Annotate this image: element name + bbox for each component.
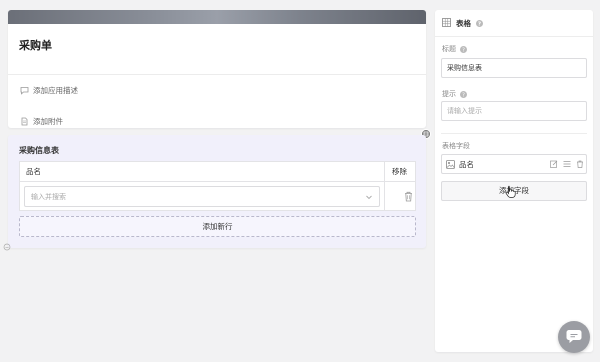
question-circle-icon[interactable]: ? bbox=[476, 20, 483, 28]
table-icon bbox=[442, 18, 451, 29]
field-type-label: 表格 bbox=[456, 19, 471, 28]
svg-text:?: ? bbox=[462, 47, 465, 52]
image-field-icon bbox=[446, 160, 455, 169]
form-banner bbox=[8, 10, 426, 24]
title-label-row: 标题 ? bbox=[442, 44, 467, 54]
hint-input[interactable]: 请输入提示 bbox=[441, 101, 587, 121]
column-header-remove: 移除 bbox=[392, 167, 407, 176]
add-new-row-button[interactable]: 添加新行 bbox=[19, 216, 416, 237]
name-select-input[interactable]: 输入并搜索 bbox=[24, 186, 380, 207]
table-grid: 品名 移除 输入并搜索 bbox=[19, 161, 416, 211]
column-divider bbox=[384, 162, 385, 210]
speech-bubble-icon bbox=[20, 86, 29, 95]
document-icon bbox=[20, 117, 29, 126]
field-item-label: 品名 bbox=[459, 160, 474, 169]
question-circle-icon[interactable]: ? bbox=[460, 90, 467, 98]
column-header-name: 品名 bbox=[26, 167, 41, 176]
svg-text:?: ? bbox=[478, 22, 481, 27]
edit-icon[interactable] bbox=[550, 160, 558, 168]
panel-header: 表格 ? bbox=[442, 18, 483, 29]
chat-support-button[interactable] bbox=[558, 321, 590, 353]
chat-bubble-icon bbox=[565, 328, 583, 346]
svg-text:?: ? bbox=[462, 92, 465, 97]
trash-icon[interactable] bbox=[576, 160, 584, 168]
form-title[interactable]: 采购单 bbox=[19, 37, 52, 53]
hint-label-row: 提示 ? bbox=[442, 89, 467, 99]
drag-handle-icon[interactable] bbox=[563, 160, 571, 168]
question-circle-icon[interactable]: ? bbox=[460, 45, 467, 53]
title-input[interactable]: 采购信息表 bbox=[441, 58, 587, 78]
table-title: 采购信息表 bbox=[19, 146, 59, 155]
add-description-label: 添加应用描述 bbox=[33, 86, 78, 95]
form-divider bbox=[8, 74, 426, 75]
add-attachment-label: 添加附件 bbox=[33, 117, 63, 126]
select-placeholder: 输入并搜索 bbox=[31, 193, 66, 201]
chevron-down-icon bbox=[365, 193, 373, 201]
header-divider bbox=[20, 181, 415, 182]
table-fields-label: 表格字段 bbox=[442, 142, 470, 150]
title-label: 标题 bbox=[442, 45, 456, 53]
panel-divider bbox=[441, 133, 587, 134]
table-field-item[interactable]: 品名 bbox=[441, 154, 587, 174]
hint-label: 提示 bbox=[442, 90, 456, 98]
hand-cursor-icon bbox=[505, 185, 516, 198]
add-attachment-link[interactable]: 添加附件 bbox=[20, 116, 63, 127]
panel-divider bbox=[435, 36, 593, 37]
table-field-section[interactable]: 采购信息表 品名 移除 输入并搜索 添加新行 bbox=[8, 135, 426, 248]
drag-corner-icon[interactable] bbox=[3, 243, 11, 251]
properties-panel: 表格 ? 标题 ? 采购信息表 提示 ? 请输入提示 表格字段 品名 添加字段 bbox=[435, 10, 593, 352]
trash-icon[interactable] bbox=[404, 191, 413, 202]
form-header-card: 采购单 添加应用描述 添加附件 bbox=[8, 10, 426, 128]
add-description-link[interactable]: 添加应用描述 bbox=[20, 85, 78, 96]
